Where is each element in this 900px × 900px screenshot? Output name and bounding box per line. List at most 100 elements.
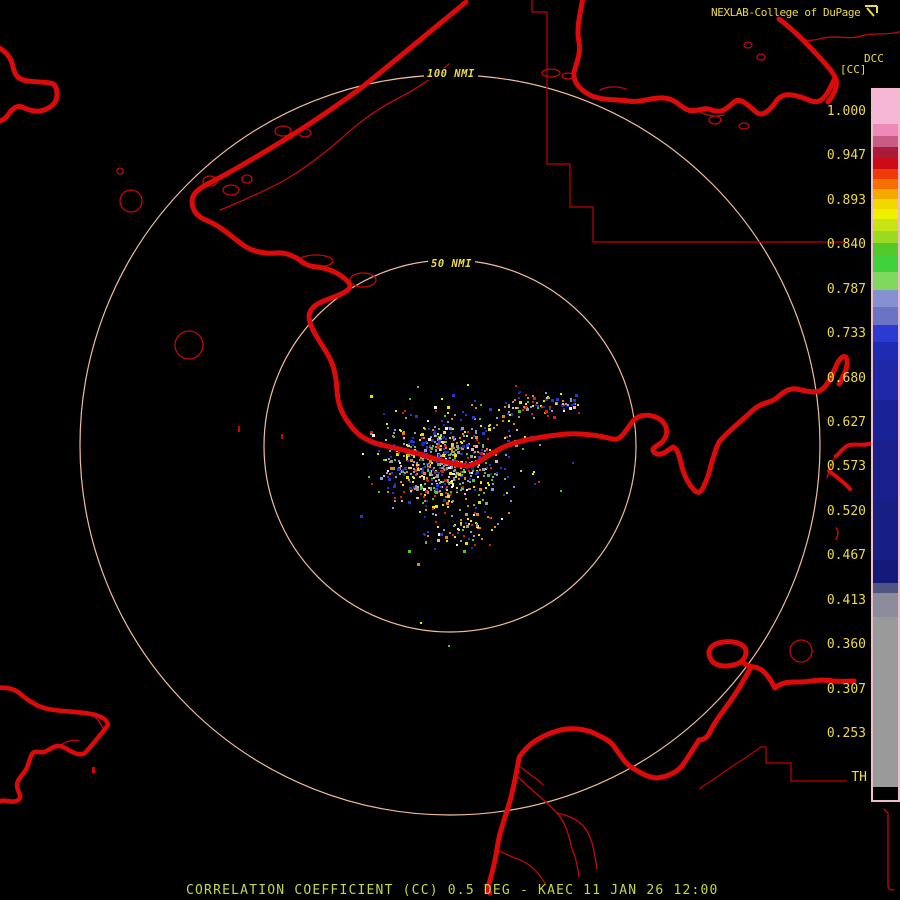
echo-dot — [410, 467, 412, 469]
colorbar-segment — [873, 400, 898, 440]
echo-dot — [518, 410, 521, 413]
echo-dot — [507, 413, 509, 415]
echo-dot — [432, 445, 434, 447]
colorbar-tick-label: 0.733 — [826, 326, 866, 342]
southeast-coast-descent — [696, 666, 753, 743]
bay-loop-coast — [485, 726, 702, 896]
echo-dot — [428, 464, 430, 466]
echo-dot — [433, 432, 436, 435]
echo-dot — [475, 507, 477, 509]
range-ring-100nmi — [79, 74, 821, 816]
echo-dot — [423, 533, 425, 535]
echo-dot — [440, 445, 442, 447]
echo-dot — [466, 453, 468, 455]
echo-dot — [417, 464, 419, 466]
echo-dot — [387, 491, 389, 493]
echo-dot — [390, 456, 392, 458]
echo-dot — [434, 435, 436, 437]
colorbar-segment — [873, 255, 898, 272]
echo-dot — [570, 398, 572, 400]
echo-dot — [447, 412, 449, 414]
echo-dot — [445, 536, 448, 539]
echo-dot — [551, 410, 553, 412]
echo-dot — [444, 479, 447, 482]
echo-dot — [471, 547, 473, 549]
echo-dot — [451, 480, 453, 482]
echo-dot — [444, 445, 446, 447]
colorbar-segment — [873, 593, 898, 617]
echo-dot — [448, 645, 450, 647]
echo-dot — [560, 490, 562, 492]
echo-dot — [519, 391, 521, 393]
echo-dot — [562, 400, 564, 402]
echo-dot — [565, 403, 567, 405]
echo-dot — [575, 394, 578, 397]
echo-dot — [503, 494, 505, 496]
echo-dot — [481, 538, 483, 540]
range-ring-label-50nmi: 50 NMI — [428, 258, 475, 270]
echo-dot — [435, 505, 438, 508]
echo-dot — [443, 448, 445, 450]
echo-dot — [435, 514, 437, 516]
echo-dot — [491, 479, 493, 481]
landmass-southwest — [0, 685, 111, 804]
tiny-mark — [92, 767, 95, 773]
echo-dot — [508, 404, 510, 406]
echo-dot — [431, 439, 434, 442]
page-title: NEXLAB-College of DuPage — [711, 6, 861, 19]
echo-dot — [462, 445, 465, 448]
echo-dot — [533, 397, 536, 400]
echo-dot — [504, 406, 506, 408]
echo-dot — [509, 435, 511, 437]
echo-dot — [423, 476, 425, 478]
colorbar-tick-label: 0.680 — [826, 370, 866, 386]
echo-dot — [484, 472, 486, 474]
colorbar-segment — [873, 219, 898, 231]
echo-dot — [463, 535, 465, 537]
echo-dot — [492, 483, 494, 485]
echo-dot — [501, 518, 503, 520]
echo-dot — [493, 427, 495, 429]
colorbar-segment — [873, 360, 898, 400]
echo-dot — [444, 483, 446, 485]
echo-dot — [454, 536, 456, 538]
echo-dot — [463, 440, 465, 442]
echo-dot — [387, 427, 389, 429]
echo-dot — [516, 429, 518, 431]
echo-dot — [572, 462, 574, 464]
echo-dot — [394, 429, 396, 431]
echo-dot — [573, 406, 576, 409]
echo-dot — [547, 415, 549, 417]
echo-dot — [443, 436, 445, 438]
echo-dot — [460, 471, 462, 473]
echo-dot — [567, 404, 569, 406]
echo-dot — [448, 483, 450, 485]
echo-dot — [465, 522, 467, 524]
echo-dot — [481, 449, 483, 451]
echo-dot — [398, 460, 400, 462]
echo-dot — [533, 417, 535, 419]
echo-dot — [434, 426, 436, 428]
echo-dot — [451, 449, 453, 451]
colorbar-segment — [873, 231, 898, 243]
echo-dot — [410, 490, 412, 492]
echo-dot — [543, 406, 545, 408]
echo-dot — [415, 415, 418, 418]
echo-dot — [440, 435, 442, 437]
echo-dot — [392, 507, 394, 509]
echo-dot — [468, 523, 470, 525]
echo-dot — [573, 399, 576, 402]
echo-dot — [461, 427, 464, 430]
echo-dot — [449, 448, 451, 450]
colorbar-threshold-label: TH — [851, 770, 867, 785]
echo-dot — [402, 432, 405, 435]
island-southeast-blob — [706, 639, 749, 669]
echo-dot — [448, 476, 450, 478]
echo-dot — [454, 454, 457, 457]
echo-dot — [560, 393, 562, 395]
echo-dot — [485, 430, 487, 432]
echo-dot — [490, 467, 492, 469]
echo-dot — [439, 437, 441, 439]
colorbar-segment — [873, 199, 898, 209]
echo-dot — [412, 437, 414, 439]
